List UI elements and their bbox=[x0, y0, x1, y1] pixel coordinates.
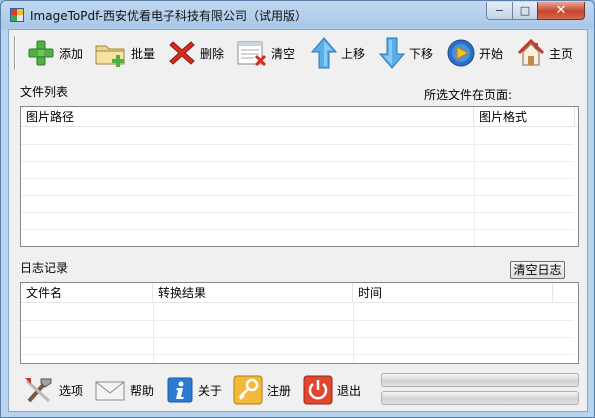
file-list-header: 图片路径 图片格式 bbox=[21, 107, 578, 127]
folder-add-icon bbox=[95, 45, 125, 67]
mail-icon bbox=[95, 381, 125, 401]
progress-bar-current bbox=[381, 391, 579, 405]
toolbar: 添加 批量 删除 清空 上移 下移 开始 主页 bbox=[12, 33, 584, 71]
table-row bbox=[21, 144, 574, 145]
add-label: 添加 bbox=[59, 46, 84, 61]
title-bar[interactable]: ImageToPdf-西安优看电子科技有限公司（试用版） − □ ✕ bbox=[1, 1, 594, 29]
register-label: 注册 bbox=[267, 383, 292, 398]
selected-page-label: 所选文件在页面: bbox=[424, 88, 513, 102]
delete-label: 删除 bbox=[200, 46, 225, 61]
table-row bbox=[21, 178, 574, 179]
close-button[interactable]: ✕ bbox=[537, 2, 585, 20]
maximize-icon: □ bbox=[519, 4, 531, 17]
add-button[interactable]: 添加 bbox=[26, 35, 83, 71]
minimize-button[interactable]: − bbox=[486, 2, 513, 20]
batch-label: 批量 bbox=[131, 46, 156, 61]
table-row bbox=[21, 320, 574, 321]
home-label: 主页 bbox=[549, 46, 574, 61]
clear-log-button[interactable]: 清空日志 bbox=[510, 261, 565, 279]
column-header-result[interactable]: 转换结果 bbox=[153, 283, 353, 303]
help-label: 帮助 bbox=[130, 383, 155, 398]
about-button[interactable]: 关于 bbox=[166, 374, 222, 406]
power-icon bbox=[303, 375, 333, 405]
table-row bbox=[21, 354, 574, 355]
app-icon bbox=[10, 8, 24, 22]
clear-button[interactable]: 清空 bbox=[236, 35, 295, 71]
log-header: 文件名 转换结果 时间 bbox=[21, 283, 578, 303]
start-button[interactable]: 开始 bbox=[446, 35, 503, 71]
exit-label: 退出 bbox=[337, 383, 362, 398]
table-row bbox=[21, 337, 574, 338]
move-down-label: 下移 bbox=[409, 46, 434, 61]
options-button[interactable]: 选项 bbox=[23, 374, 83, 406]
client-area: 添加 批量 删除 清空 上移 下移 开始 主页 文件列表 所选文件在页面: 图片… bbox=[8, 29, 588, 412]
app-window: ImageToPdf-西安优看电子科技有限公司（试用版） − □ ✕ 添加 批量… bbox=[0, 0, 595, 418]
start-label: 开始 bbox=[479, 46, 504, 61]
info-icon bbox=[167, 377, 193, 403]
clear-list-icon bbox=[237, 41, 267, 67]
move-up-label: 上移 bbox=[341, 46, 366, 61]
column-header-time[interactable]: 时间 bbox=[353, 283, 553, 303]
start-icon bbox=[447, 39, 475, 67]
tools-icon bbox=[25, 378, 52, 403]
about-label: 关于 bbox=[198, 383, 223, 398]
clear-label: 清空 bbox=[271, 46, 296, 61]
home-button[interactable]: 主页 bbox=[516, 35, 573, 71]
column-header-file-name[interactable]: 文件名 bbox=[21, 283, 153, 303]
close-icon: ✕ bbox=[555, 3, 567, 18]
batch-button[interactable]: 批量 bbox=[94, 35, 155, 71]
home-icon bbox=[517, 38, 545, 66]
arrow-up-icon bbox=[310, 37, 338, 69]
file-list-label: 文件列表 bbox=[20, 85, 69, 99]
key-icon bbox=[233, 375, 263, 405]
table-row bbox=[21, 195, 574, 196]
table-row bbox=[21, 212, 574, 213]
table-row bbox=[21, 161, 574, 162]
toolbar-grip[interactable] bbox=[14, 36, 16, 70]
register-button[interactable]: 注册 bbox=[233, 374, 291, 406]
add-icon bbox=[28, 40, 54, 66]
maximize-button[interactable]: □ bbox=[512, 2, 538, 20]
move-up-button[interactable]: 上移 bbox=[310, 35, 365, 71]
progress-bar-total bbox=[381, 373, 579, 387]
help-button[interactable]: 帮助 bbox=[94, 374, 154, 406]
delete-icon bbox=[169, 41, 195, 65]
delete-button[interactable]: 删除 bbox=[167, 35, 224, 71]
move-down-button[interactable]: 下移 bbox=[378, 35, 433, 71]
exit-button[interactable]: 退出 bbox=[303, 374, 361, 406]
minimize-icon: − bbox=[494, 4, 505, 17]
options-label: 选项 bbox=[59, 383, 84, 398]
log-table[interactable]: 文件名 转换结果 时间 bbox=[20, 282, 579, 364]
column-header-image-path[interactable]: 图片路径 bbox=[21, 107, 474, 127]
log-label: 日志记录 bbox=[20, 261, 69, 275]
window-title: ImageToPdf-西安优看电子科技有限公司（试用版） bbox=[30, 9, 307, 23]
arrow-down-icon bbox=[378, 37, 406, 69]
column-header-image-format[interactable]: 图片格式 bbox=[474, 107, 575, 127]
table-row bbox=[21, 229, 574, 230]
file-list-table[interactable]: 图片路径 图片格式 bbox=[20, 106, 579, 247]
